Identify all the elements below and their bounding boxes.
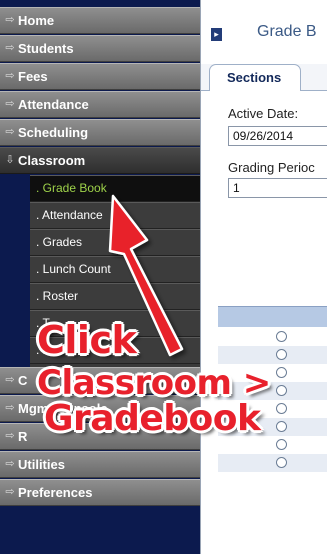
sidebar-item-label: Classroom <box>18 153 86 168</box>
main-panel: ▸ Grade B Sections Active Date: 09/26/20… <box>200 0 327 554</box>
sidebar-item-classroom[interactable]: ⇩ Classroom <box>0 147 200 174</box>
sidebar-item-label: Attendance <box>18 97 89 112</box>
tab-sections[interactable]: Sections <box>209 64 301 91</box>
arrow-icon: ⇨ <box>5 98 15 110</box>
active-date-label: Active Date: <box>228 106 299 121</box>
row-radio[interactable] <box>276 349 287 360</box>
row-radio[interactable] <box>276 421 287 432</box>
arrow-icon: ⇨ <box>5 458 15 470</box>
sidebar-item-scheduling[interactable]: ⇨ Scheduling <box>0 119 200 146</box>
grading-period-field[interactable]: 1 <box>228 178 327 198</box>
tab-strip: Sections <box>201 64 327 91</box>
arrow-icon: ⇨ <box>5 42 15 54</box>
submenu-item-label: . Attendance <box>36 208 103 222</box>
submenu-item-lunch-count[interactable]: . Lunch Count <box>30 256 200 283</box>
breadcrumb-arrow-icon[interactable]: ▸ <box>211 28 222 41</box>
sidebar-item-fees[interactable]: ⇨ Fees <box>0 63 200 90</box>
arrow-icon: ⇨ <box>5 374 15 386</box>
grading-period-label: Grading Perioc <box>228 160 315 175</box>
arrow-down-icon: ⇩ <box>5 154 15 166</box>
submenu-item-grade-book[interactable]: . Grade Book <box>30 175 200 202</box>
sidebar-item-home[interactable]: ⇨ Home <box>0 7 200 34</box>
submenu-item-label: . Grades <box>36 235 83 249</box>
annotation-line-2: Classroom > <box>37 363 271 403</box>
sidebar-nav: ⇨ Home ⇨ Students ⇨ Fees ⇨ Attendance ⇨ … <box>0 0 200 554</box>
row-radio[interactable] <box>276 403 287 414</box>
sidebar-item-preferences[interactable]: ⇨ Preferences <box>0 479 200 506</box>
sidebar-item-label: Scheduling <box>18 125 89 140</box>
sidebar-item-label: Students <box>18 41 74 56</box>
row-radio[interactable] <box>276 331 287 342</box>
sidebar-item-label: Preferences <box>18 485 93 500</box>
arrow-icon: ⇨ <box>5 14 15 26</box>
grid-header <box>218 306 327 327</box>
row-radio[interactable] <box>276 457 287 468</box>
table-row <box>218 346 327 364</box>
arrow-icon: ⇨ <box>5 430 15 442</box>
sidebar-item-label: R <box>18 429 28 444</box>
row-radio[interactable] <box>276 385 287 396</box>
sidebar-item-label: Fees <box>18 69 48 84</box>
sidebar-item-students[interactable]: ⇨ Students <box>0 35 200 62</box>
row-radio[interactable] <box>276 367 287 378</box>
active-date-field[interactable]: 09/26/2014 <box>228 126 327 146</box>
sidebar-item-attendance[interactable]: ⇨ Attendance <box>0 91 200 118</box>
table-row <box>218 328 327 346</box>
arrow-icon: ⇨ <box>5 486 15 498</box>
submenu-item-attendance[interactable]: . Attendance <box>30 202 200 229</box>
arrow-icon: ⇨ <box>5 70 15 82</box>
sidebar-item-utilities[interactable]: ⇨ Utilities <box>0 451 200 478</box>
annotation-line-3: Gradebook <box>44 398 261 439</box>
annotation-line-1: Click <box>37 318 137 362</box>
submenu-item-label: . Lunch Count <box>36 262 111 276</box>
table-row <box>218 454 327 472</box>
sidebar-item-label: Utilities <box>18 457 65 472</box>
page-title: Grade B <box>257 23 317 40</box>
submenu-item-roster[interactable]: . Roster <box>30 283 200 310</box>
submenu-item-label: . Grade Book <box>36 181 107 195</box>
arrow-icon: ⇨ <box>5 126 15 138</box>
row-radio[interactable] <box>276 439 287 450</box>
sidebar-item-label: C <box>18 373 28 388</box>
submenu-item-grades[interactable]: . Grades <box>30 229 200 256</box>
sidebar-item-label: Home <box>18 13 55 28</box>
arrow-icon: ⇨ <box>5 402 15 414</box>
submenu-item-label: . Roster <box>36 289 79 303</box>
